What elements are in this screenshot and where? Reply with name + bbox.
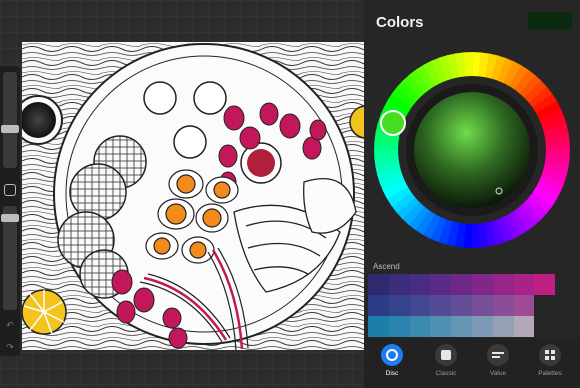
brush-size-thumb[interactable] (1, 125, 19, 133)
left-sidebar: ↶ ↷ (0, 66, 20, 356)
panel-title: Colors (376, 14, 424, 31)
color-swatch[interactable] (388, 274, 410, 295)
tab-label: Disc (385, 370, 399, 377)
color-swatch[interactable] (409, 316, 431, 337)
color-swatch[interactable] (534, 274, 556, 295)
color-swatch[interactable] (388, 316, 410, 337)
color-swatch[interactable] (451, 274, 472, 295)
classic-icon (435, 344, 457, 366)
colors-panel: Colors Ascend Disc Classic Value Palette… (364, 0, 580, 388)
saturation-disc[interactable] (414, 92, 530, 208)
opacity-thumb[interactable] (1, 214, 19, 222)
tab-value[interactable]: Value (474, 342, 522, 386)
color-swatch[interactable] (513, 316, 535, 337)
color-swatch[interactable] (471, 295, 493, 316)
redo-icon[interactable]: ↷ (5, 342, 15, 352)
color-swatch[interactable] (368, 295, 389, 316)
color-swatch[interactable] (471, 274, 493, 295)
color-swatch[interactable] (409, 274, 431, 295)
color-swatch[interactable] (409, 295, 431, 316)
tab-label: Value (489, 370, 507, 377)
color-swatch[interactable] (492, 274, 514, 295)
palettes-icon (539, 344, 561, 366)
color-swatch[interactable] (368, 316, 389, 337)
tab-disc[interactable]: Disc (368, 342, 416, 386)
color-swatch[interactable] (430, 295, 452, 316)
color-swatch[interactable] (451, 316, 472, 337)
color-disc[interactable] (372, 50, 572, 250)
color-swatch[interactable] (430, 316, 452, 337)
color-swatch[interactable] (471, 316, 493, 337)
value-icon (487, 344, 509, 366)
tab-label: Palettes (538, 370, 562, 377)
undo-icon[interactable]: ↶ (5, 320, 15, 330)
swatch-row (368, 274, 556, 295)
color-history-label: Ascend (373, 262, 400, 271)
color-swatch[interactable] (513, 274, 535, 295)
tab-label: Classic (435, 370, 457, 377)
current-color-swatch[interactable] (528, 12, 572, 30)
disc-icon (381, 344, 403, 366)
tab-classic[interactable]: Classic (422, 342, 470, 386)
brush-size-slider[interactable] (3, 72, 17, 168)
swatch-row (368, 295, 556, 316)
color-swatch[interactable] (451, 295, 472, 316)
color-history-palette[interactable] (368, 274, 556, 337)
color-swatch[interactable] (388, 295, 410, 316)
hue-selector[interactable] (380, 110, 406, 136)
color-swatch[interactable] (430, 274, 452, 295)
color-mode-tabbar: Disc Classic Value Palettes (364, 338, 580, 388)
color-swatch[interactable] (368, 274, 389, 295)
swatch-row (368, 316, 556, 337)
color-swatch[interactable] (513, 295, 535, 316)
color-swatch[interactable] (492, 316, 514, 337)
modify-button[interactable] (4, 184, 16, 196)
breakfast-illustration (22, 42, 366, 350)
tab-palettes[interactable]: Palettes (526, 342, 574, 386)
color-swatch[interactable] (492, 295, 514, 316)
drawing-canvas[interactable] (22, 42, 366, 350)
